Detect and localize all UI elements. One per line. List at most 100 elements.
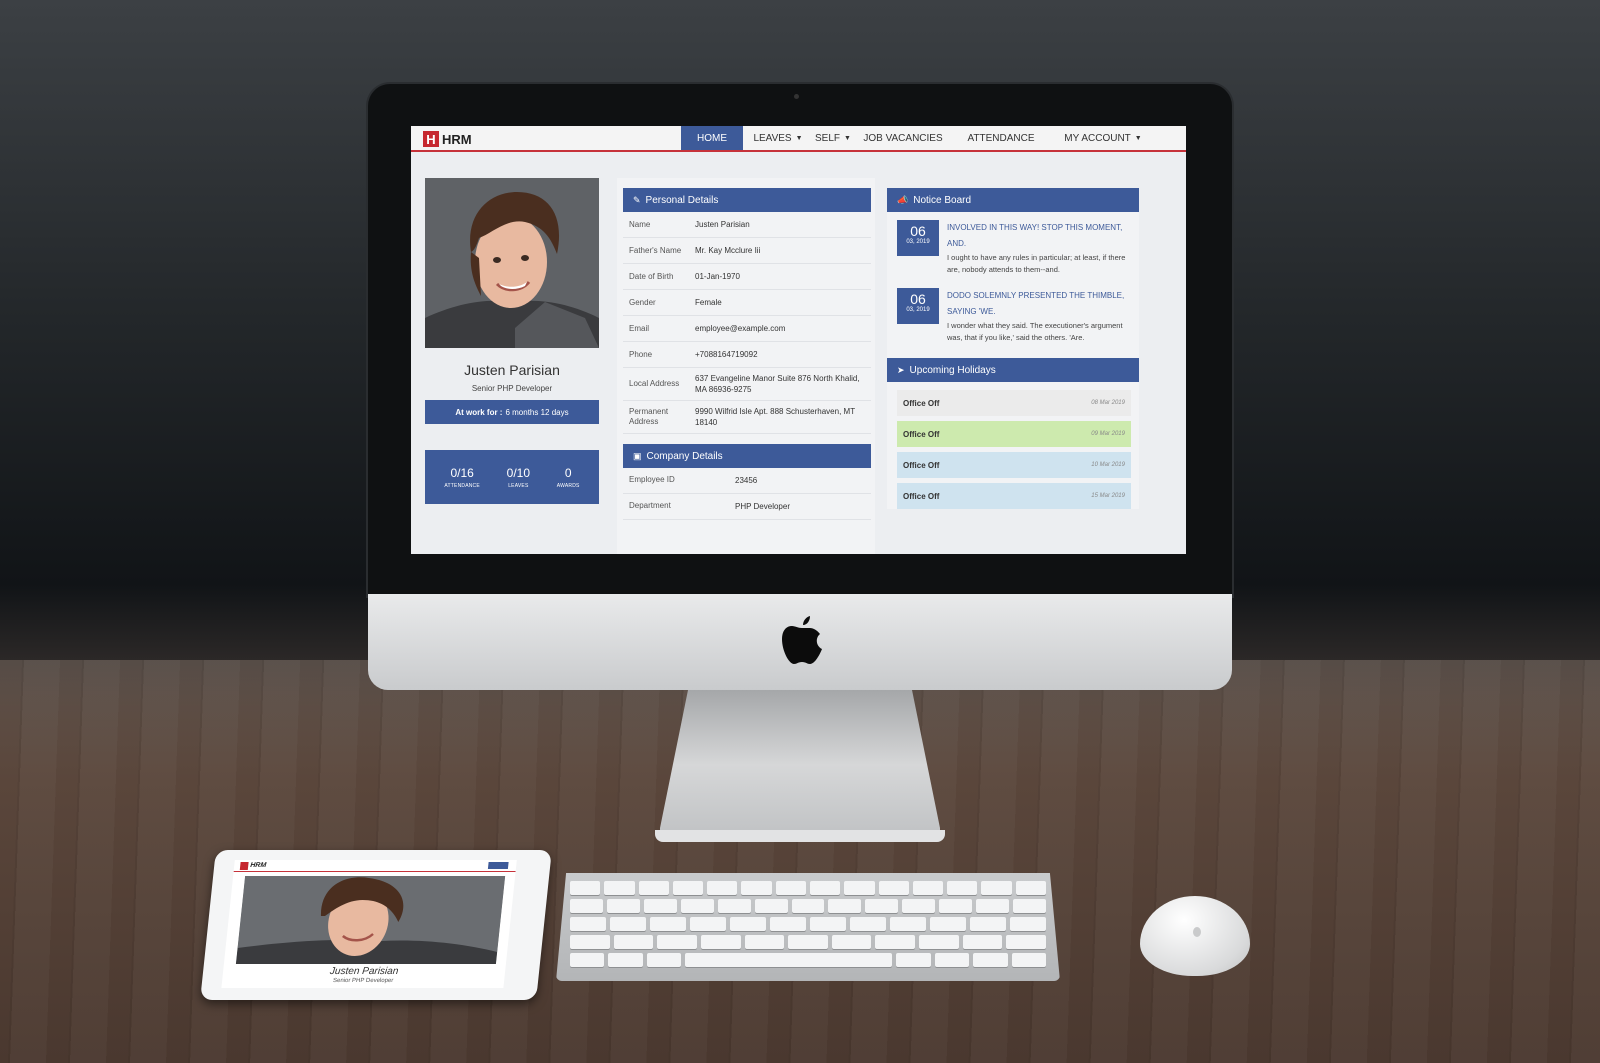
spacebar-key[interactable] [685,953,893,967]
key[interactable] [912,881,944,895]
key[interactable] [570,899,603,913]
key[interactable] [831,935,872,949]
key[interactable] [930,917,966,931]
key[interactable] [690,917,726,931]
key[interactable] [657,935,697,949]
key[interactable] [569,935,610,949]
brand-name: HRM [442,131,472,147]
keyboard-row [569,953,1047,967]
key[interactable] [608,953,643,967]
notice-item[interactable]: 06 03, 2019 DODO SOLEMNLY PRESENTED THE … [897,288,1131,344]
holiday-list: Office Off 08 Mar 2019 Office Off 09 Mar… [887,382,1139,509]
key[interactable] [875,935,916,949]
key[interactable] [570,881,601,895]
detail-value: 9990 Wilfrid Isle Apt. 888 Schusterhaven… [695,407,855,427]
key[interactable] [828,899,862,913]
detail-row: Name Justen Parisian [623,212,871,238]
key[interactable] [672,881,704,895]
key[interactable] [610,917,646,931]
key[interactable] [810,917,846,931]
nav-self-label: SELF [815,132,841,144]
scene: H HRM HOME LEAVES ▼ SELF ▼ JOB VACANCIES A… [0,0,1600,1063]
key[interactable] [770,917,806,931]
key[interactable] [744,935,785,949]
stat-attendance-value: 0/16 [450,465,474,480]
chevron-down-icon: ▼ [1134,134,1142,142]
key[interactable] [844,881,875,895]
monitor-stand-base [655,830,945,842]
nav-my-account[interactable]: MY ACCOUNT ▼ [1057,126,1149,150]
nav-leaves-label: LEAVES [753,132,792,144]
nav-self[interactable]: SELF ▼ [811,126,855,150]
hamburger-menu-icon[interactable] [487,862,509,869]
key[interactable] [604,881,635,895]
key[interactable] [1011,953,1047,967]
work-duration-label: At work for : [455,407,503,417]
detail-row: Employee ID 23456 [623,468,871,494]
key[interactable] [947,881,978,895]
key[interactable] [810,881,841,895]
key[interactable] [707,881,738,895]
tablet-screen: HRM Justen Parisian Senior PHP Developer [221,860,517,988]
nav-attendance[interactable]: ATTENDANCE [963,126,1039,150]
key[interactable] [976,899,1010,913]
key[interactable] [1006,935,1047,949]
key[interactable] [878,881,909,895]
key[interactable] [970,917,1006,931]
key[interactable] [717,899,751,913]
detail-value: +7088164719092 [695,350,758,359]
nav-leaves[interactable]: LEAVES ▼ [747,126,809,150]
key[interactable] [569,953,605,967]
nav-job-vacancies[interactable]: JOB VACANCIES [863,126,943,150]
key[interactable] [850,917,886,931]
key[interactable] [613,935,654,949]
stat-awards: 0 AWARDS [557,466,580,489]
notice-item[interactable]: 06 03, 2019 INVOLVED IN THIS WAY! STOP T… [897,220,1131,276]
chevron-down-icon: ▼ [795,134,803,142]
key[interactable] [791,899,825,913]
nav-home[interactable]: HOME [681,126,743,150]
work-duration-bar: At work for : 6 months 12 days [425,400,599,424]
key[interactable] [650,917,686,931]
key[interactable] [902,899,936,913]
brand-mark-icon [239,861,249,870]
detail-value: Justen Parisian [695,220,750,229]
key[interactable] [962,935,1003,949]
key[interactable] [700,935,741,949]
key[interactable] [896,953,931,967]
key[interactable] [939,899,973,913]
key[interactable] [680,899,714,913]
key[interactable] [919,935,959,949]
key[interactable] [646,953,682,967]
holiday-date: 08 Mar 2019 [1091,400,1125,406]
company-details-header: ▣ Company Details [623,444,871,468]
holiday-date: 15 Mar 2019 [1091,493,1125,499]
key[interactable] [981,881,1012,895]
key[interactable] [638,881,669,895]
key[interactable] [890,917,926,931]
key[interactable] [775,881,806,895]
key[interactable] [1015,881,1046,895]
key[interactable] [865,899,899,913]
key[interactable] [754,899,788,913]
key[interactable] [788,935,828,949]
key[interactable] [1010,917,1046,931]
notice-title[interactable]: DODO SOLEMNLY PRESENTED THE THIMBLE, SAY… [947,288,1131,320]
key[interactable] [973,953,1008,967]
notice-board-title: Notice Board [913,194,972,206]
key[interactable] [730,917,766,931]
notice-title[interactable]: INVOLVED IN THIS WAY! STOP THIS MOMENT, … [947,220,1131,252]
key[interactable] [606,899,640,913]
brand-logo[interactable]: H HRM [423,130,472,148]
detail-value: Female [695,298,722,307]
key[interactable] [1013,899,1046,913]
holiday-name: Office Off [903,429,940,439]
key[interactable] [934,953,970,967]
key[interactable] [570,917,606,931]
detail-value: employee@example.com [695,324,786,333]
notice-text: INVOLVED IN THIS WAY! STOP THIS MOMENT, … [947,220,1131,276]
key[interactable] [643,899,677,913]
detail-row: Permanent Address 9990 Wilfrid Isle Apt.… [623,401,871,434]
stat-attendance-label: ATTENDANCE [444,482,480,489]
key[interactable] [741,881,772,895]
